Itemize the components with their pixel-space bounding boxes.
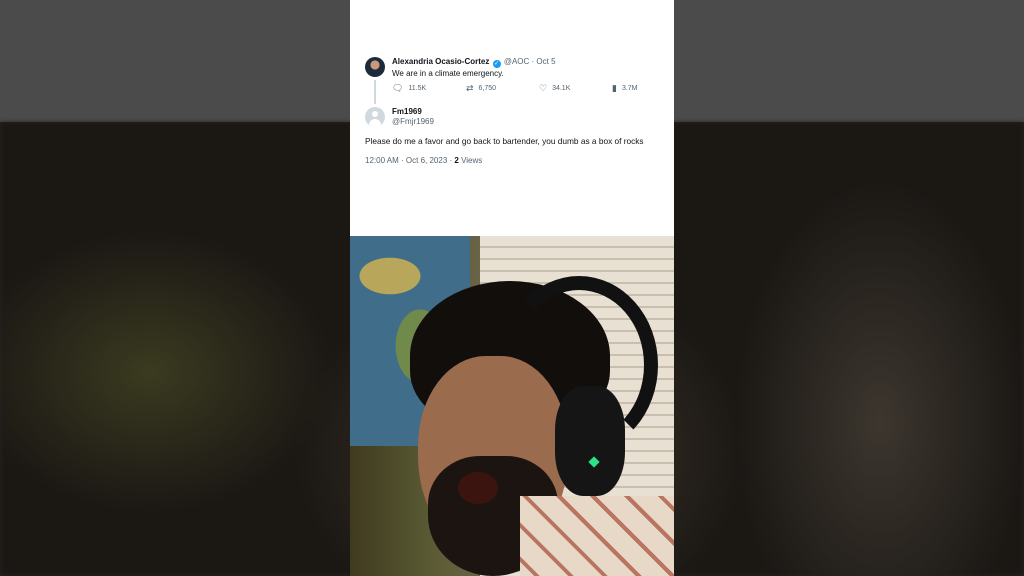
default-avatar-body	[369, 119, 381, 127]
tweet-actions: 🗨︎ 11.5K ⇄ 6,750 ♡ 34.1K ▮ 3.7M	[392, 84, 652, 96]
views-button[interactable]: ▮ 3.7M	[612, 84, 638, 93]
retweet-button[interactable]: ⇄ 6,750	[466, 84, 496, 93]
avatar[interactable]	[365, 57, 385, 77]
reply-count: 11.5K	[408, 85, 427, 92]
reaction-video	[350, 236, 674, 576]
heart-icon: ♡	[539, 83, 548, 93]
author-name[interactable]: Alexandria Ocasio-Cortez	[392, 57, 489, 66]
author-handle-date[interactable]: @AOC · Oct 5	[504, 57, 556, 66]
reply-icon: 🗨︎	[392, 83, 404, 93]
reply-author-handle[interactable]: @Fmjr1969	[392, 117, 434, 126]
reply-timestamp: 12:00 AM · Oct 6, 2023 · 2 Views	[365, 156, 482, 165]
headphone-ear-cup	[555, 386, 625, 496]
reply-date[interactable]: 12:00 AM · Oct 6, 2023 ·	[365, 156, 454, 165]
retweet-count: 6,750	[478, 85, 497, 92]
views-icon: ▮	[612, 83, 617, 93]
retweet-icon: ⇄	[466, 83, 474, 93]
reply-author-name[interactable]: Fm1969	[392, 107, 422, 116]
verified-badge-icon: ✓	[492, 60, 501, 68]
reply-views-label: Views	[458, 156, 483, 165]
views-count: 3.7M	[621, 85, 638, 92]
like-button[interactable]: ♡ 34.1K	[539, 84, 570, 93]
like-count: 34.1K	[552, 85, 571, 92]
reply-button[interactable]: 🗨︎ 11.5K	[392, 84, 426, 93]
background-shade-right	[674, 122, 1024, 576]
person-mouth	[458, 472, 498, 504]
reply-avatar[interactable]	[365, 107, 385, 127]
tweet-header: Alexandria Ocasio-Cortez ✓ @AOC · Oct 5	[392, 57, 556, 68]
tweet-card: Alexandria Ocasio-Cortez ✓ @AOC · Oct 5 …	[350, 0, 674, 236]
default-avatar-head	[372, 111, 378, 117]
person-shirt	[520, 496, 674, 576]
thread-connector	[374, 80, 376, 104]
background-shade-left	[0, 122, 350, 576]
reply-text: Please do me a favor and go back to bart…	[365, 136, 644, 146]
tweet-text: We are in a climate emergency.	[392, 69, 504, 78]
